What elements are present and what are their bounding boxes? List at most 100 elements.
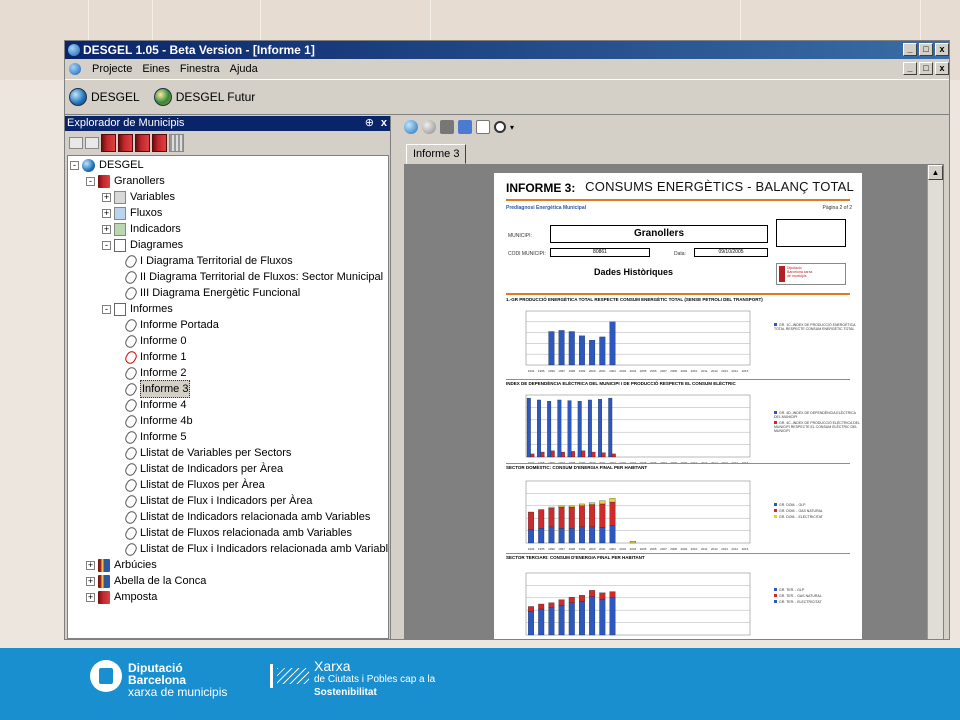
tree-item[interactable]: Informe Portada [123, 316, 219, 334]
expand-icon[interactable]: + [86, 576, 95, 586]
paperclip-icon [123, 524, 139, 542]
x-tick-label: 2010 [691, 639, 698, 640]
document-icon[interactable] [69, 63, 81, 75]
zoom-icon[interactable] [494, 121, 506, 133]
tree-item[interactable]: II Diagrama Territorial de Fluxos: Secto… [123, 268, 383, 286]
tree-item[interactable]: - Diagrames [102, 237, 183, 253]
menu-eines[interactable]: Eines [137, 59, 175, 79]
chart-bar [611, 453, 616, 458]
collapse-icon[interactable]: - [102, 304, 111, 314]
collapse-icon[interactable]: - [70, 160, 79, 170]
globe-icon[interactable] [404, 120, 418, 134]
x-tick-label: 1998 [568, 369, 575, 373]
tree-item[interactable]: Informe 4b [123, 412, 193, 430]
title-bar[interactable]: DESGEL 1.05 - Beta Version - [Informe 1]… [65, 41, 949, 59]
tab-informe-3[interactable]: Informe 3 [406, 144, 467, 164]
tree-item[interactable]: I Diagrama Territorial de Fluxos [123, 252, 293, 270]
expand-icon[interactable]: + [86, 560, 95, 570]
trash-icon[interactable] [169, 134, 184, 152]
book-copy-icon[interactable] [135, 134, 150, 152]
tree-item-label: Abella de la Conca [114, 575, 207, 587]
legend-swatch [774, 594, 777, 597]
tree-item[interactable]: + Indicadors [102, 221, 181, 237]
legend-swatch [774, 588, 777, 591]
desgel-button[interactable]: DESGEL [69, 88, 140, 106]
x-tick-label: 2006 [650, 639, 657, 640]
tree-view-icon[interactable] [69, 137, 83, 149]
book-edit-icon[interactable] [118, 134, 133, 152]
zoom-dropdown-icon[interactable]: ▾ [510, 123, 514, 132]
tree-item[interactable]: - Informes [102, 301, 173, 317]
x-tick-label: 2005 [640, 547, 647, 551]
chart-bar [548, 506, 555, 509]
expand-icon[interactable]: + [86, 592, 95, 602]
explorer-toolbar [65, 131, 390, 155]
tree-item[interactable]: + Variables [102, 189, 175, 205]
chart-bar [538, 603, 545, 610]
chart-bar [589, 502, 596, 505]
x-tick-label: 2014 [731, 639, 738, 640]
menu-projecte[interactable]: Projecte [87, 59, 137, 79]
tree-item[interactable]: - DESGEL [70, 157, 144, 173]
tree-item[interactable]: Informe 2 [123, 364, 186, 382]
tree-item[interactable]: Llistat de Fluxos per Àrea [123, 476, 265, 494]
tree-item[interactable]: III Diagrama Energètic Funcional [123, 284, 300, 302]
tree-item[interactable]: Informe 0 [123, 332, 186, 350]
x-tick-label: 1998 [568, 547, 575, 551]
tree-item[interactable]: Informe 1 [123, 348, 186, 366]
chart-4-title: SECTOR TERCIARI: CONSUM D'ENERGIA FINAL … [506, 555, 645, 560]
doc-minimize-button[interactable]: _ [903, 62, 917, 75]
chart-bar [548, 602, 555, 608]
explorer-close-button[interactable]: x [381, 116, 387, 131]
legend-entry: GR. DOM. - GLP [774, 503, 823, 507]
stop-icon[interactable] [422, 120, 436, 134]
doc-maximize-button[interactable]: □ [919, 62, 933, 75]
book-add-icon[interactable] [101, 134, 116, 152]
dip-line-3: xarxa de municipis [128, 685, 228, 699]
tree-item[interactable]: + Abella de la Conca [86, 573, 206, 589]
tree-item[interactable]: Llistat de Flux i Indicadors per Àrea [123, 492, 312, 510]
maximize-button[interactable]: □ [919, 43, 933, 56]
tree-item[interactable]: Llistat de Flux i Indicadors relacionada… [123, 540, 388, 558]
chart-bar [609, 591, 616, 598]
list-view-icon[interactable] [85, 137, 99, 149]
tree-item[interactable]: Llistat de Indicadors relacionada amb Va… [123, 508, 370, 526]
tree-item[interactable]: + Fluxos [102, 205, 162, 221]
tree-item[interactable]: Informe 3 [123, 380, 191, 398]
municipi-label: MUNICIPI: [508, 233, 532, 239]
x-tick-label: 2015 [742, 547, 749, 551]
menu-finestra[interactable]: Finestra [175, 59, 225, 79]
expand-icon[interactable]: + [102, 192, 111, 202]
minimize-button[interactable]: _ [903, 43, 917, 56]
expand-icon[interactable]: + [102, 208, 111, 218]
tree-item[interactable]: Informe 4 [123, 396, 186, 414]
menu-bar: Projecte Eines Finestra Ajuda _ □ x [65, 59, 949, 79]
chart-bar [571, 451, 576, 458]
tree-item[interactable]: + Amposta [86, 589, 157, 605]
print-icon[interactable] [440, 120, 454, 134]
tree-item[interactable]: Llistat de Fluxos relacionada amb Variab… [123, 524, 352, 542]
pin-icon[interactable]: ⊕ [365, 116, 374, 131]
doc-close-button[interactable]: x [935, 62, 949, 75]
tree-item[interactable]: Informe 5 [123, 428, 186, 446]
close-button[interactable]: x [935, 43, 949, 56]
tree-item[interactable]: Llistat de Indicadors per Àrea [123, 460, 283, 478]
export-icon[interactable] [476, 120, 490, 134]
menu-ajuda[interactable]: Ajuda [225, 59, 263, 79]
collapse-icon[interactable]: - [102, 240, 111, 250]
tree-item[interactable]: - Granollers [86, 173, 165, 189]
binoculars-icon[interactable] [458, 120, 472, 134]
diputacio-footer-text: Diputació Barcelona xarxa de municipis [128, 662, 227, 698]
document-window-controls: _ □ x [903, 62, 949, 75]
collapse-icon[interactable]: - [86, 176, 95, 186]
tree-item[interactable]: + Arbúcies [86, 557, 157, 573]
vertical-scrollbar[interactable]: ▲ [927, 165, 943, 639]
expand-icon[interactable]: + [102, 224, 111, 234]
paperclip-icon [123, 540, 139, 558]
book-open-icon[interactable] [152, 134, 167, 152]
x-tick-label: 2009 [680, 547, 687, 551]
x-tick-label: 1997 [558, 547, 565, 551]
tree-item[interactable]: Llistat de Variables per Sectors [123, 444, 291, 462]
desgel-futur-button[interactable]: DESGEL Futur [153, 88, 255, 106]
scroll-up-arrow-icon[interactable]: ▲ [928, 165, 943, 180]
